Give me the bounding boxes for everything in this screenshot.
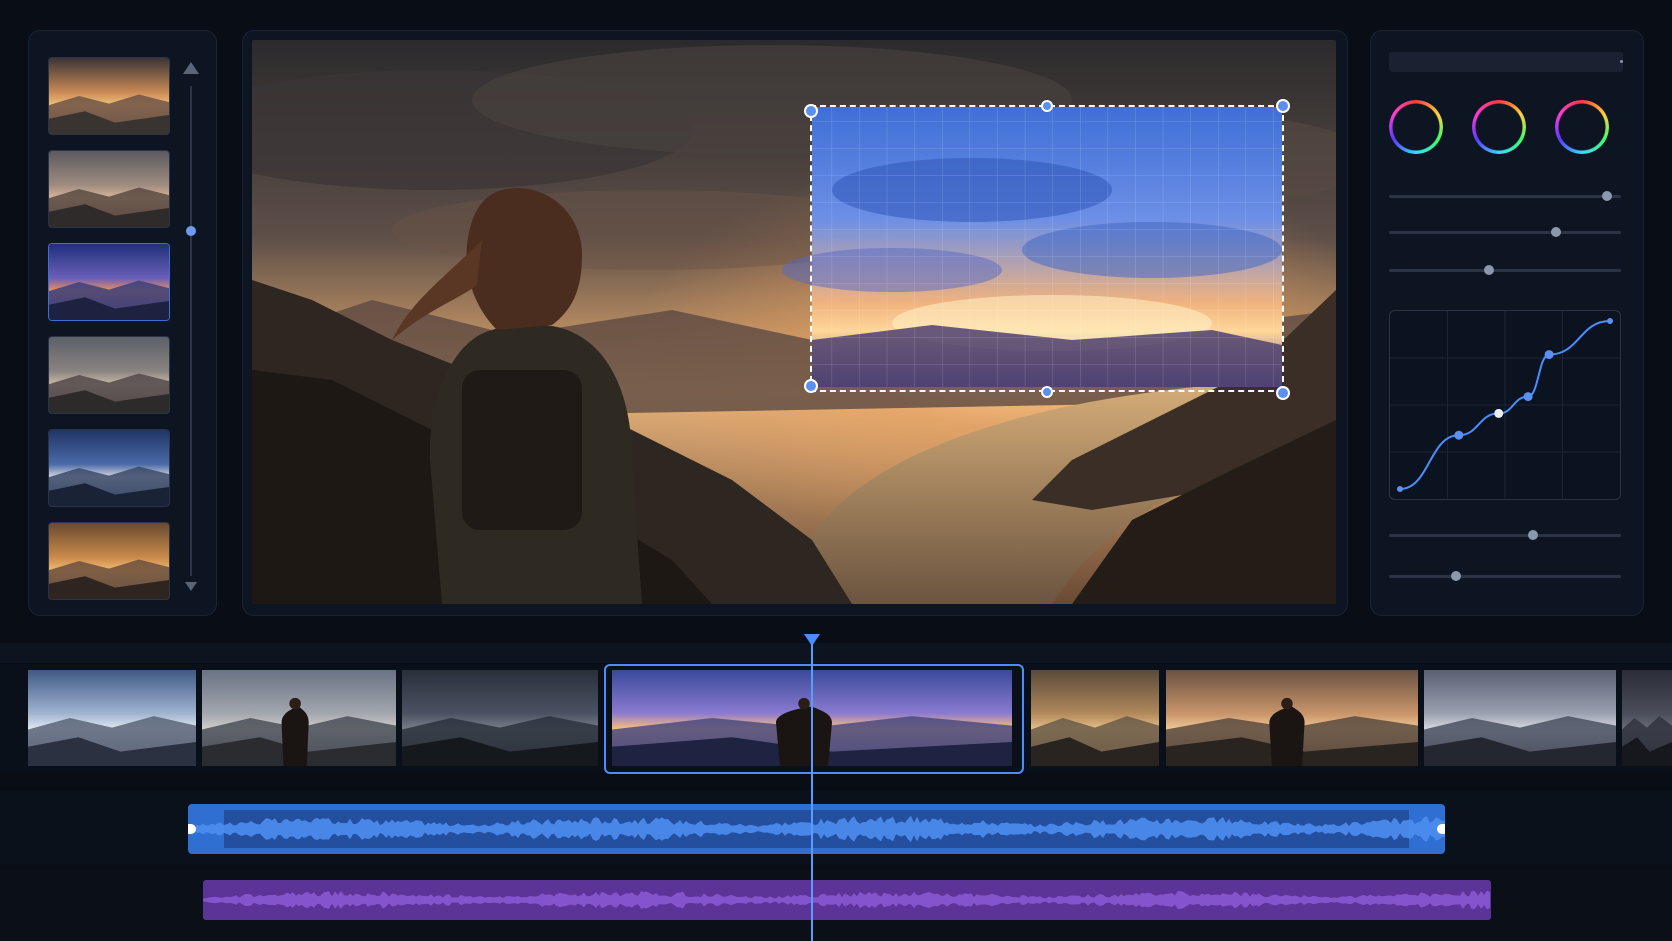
crop-handle-top-mid[interactable] xyxy=(1041,100,1053,112)
adjust-slider-knob-3[interactable] xyxy=(1483,265,1494,275)
curve-point-5[interactable] xyxy=(1544,350,1554,360)
tone-slider-1[interactable] xyxy=(1389,530,1621,540)
thumbnail-scrollbar[interactable] xyxy=(190,86,192,576)
timeline-clip-hiker-golden[interactable] xyxy=(1166,670,1418,766)
thumbnail-golden-valley[interactable] xyxy=(48,522,170,600)
crop-handle-bottom-left[interactable] xyxy=(804,379,818,393)
adjust-slider-1[interactable] xyxy=(1389,191,1621,201)
timeline-clip-misty-lake[interactable] xyxy=(1424,670,1616,766)
crop-selection[interactable] xyxy=(810,105,1284,392)
timeline-clip-golden-cliff[interactable] xyxy=(1031,670,1159,766)
timeline-clip-dark-peak[interactable] xyxy=(1622,670,1672,766)
audio-clip-secondary[interactable] xyxy=(203,880,1491,920)
thumbnail-stormy-blue[interactable] xyxy=(48,429,170,507)
selected-clip-outline[interactable] xyxy=(604,664,1024,774)
crop-handle-bottom-right[interactable] xyxy=(1276,386,1290,400)
adjust-slider-3[interactable] xyxy=(1389,265,1621,275)
thumbnail-mountain-clouds[interactable] xyxy=(48,150,170,228)
midtones-wheel[interactable] xyxy=(1472,100,1526,154)
triangle-down-icon[interactable] xyxy=(185,582,197,591)
playhead-line[interactable] xyxy=(811,644,813,941)
adjust-slider-2[interactable] xyxy=(1389,227,1621,237)
tone-slider-2[interactable] xyxy=(1389,571,1621,581)
curve-point-4[interactable] xyxy=(1523,392,1533,402)
audio-trim-handle-right[interactable] xyxy=(1437,824,1445,834)
thumbnail-scroll-thumb[interactable] xyxy=(186,226,196,236)
thumbnail-sunset-lake[interactable] xyxy=(48,57,170,135)
timeline-ruler xyxy=(0,643,1672,663)
adjust-slider-knob-2[interactable] xyxy=(1551,227,1562,237)
curve-point-3[interactable] xyxy=(1494,408,1504,418)
timeline-clip-hiker-valley[interactable] xyxy=(202,670,396,766)
panel-menu-icon[interactable] xyxy=(1620,60,1623,63)
panel-header-bar xyxy=(1389,52,1623,72)
curve-point-2[interactable] xyxy=(1454,430,1464,440)
thumbnail-overcast-valley[interactable] xyxy=(48,336,170,414)
triangle-up-icon[interactable] xyxy=(183,62,199,74)
crop-handle-top-left[interactable] xyxy=(804,104,818,118)
timeline-clip-snowy-peaks[interactable] xyxy=(28,670,196,766)
curve-point-1[interactable] xyxy=(1397,486,1403,492)
timeline-clip-dark-ridge[interactable] xyxy=(402,670,598,766)
highlights-wheel[interactable] xyxy=(1555,100,1609,154)
crop-handle-bottom-mid[interactable] xyxy=(1041,386,1053,398)
shadows-wheel[interactable] xyxy=(1389,100,1443,154)
tone-slider-knob-1[interactable] xyxy=(1527,530,1538,540)
crop-handle-top-right[interactable] xyxy=(1276,99,1290,113)
audio-clip-primary[interactable] xyxy=(188,804,1445,854)
curve-point-6[interactable] xyxy=(1607,318,1613,324)
thumbnail-blue-dusk-lake[interactable] xyxy=(48,243,170,321)
curve-editor[interactable] xyxy=(1389,310,1621,500)
